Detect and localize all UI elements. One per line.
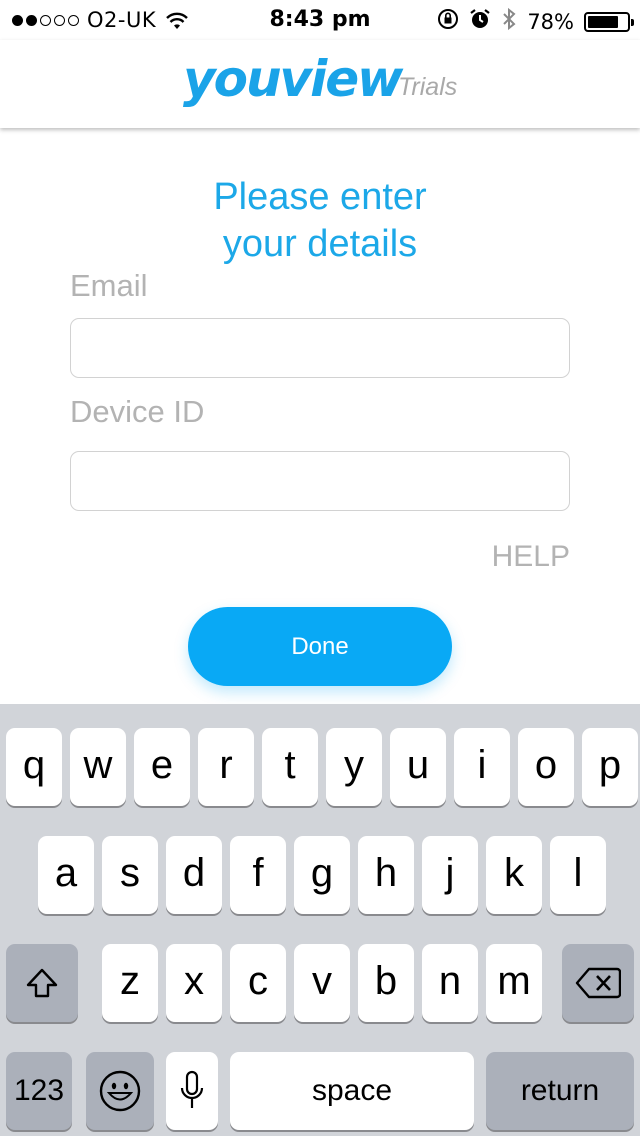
battery-percent: 78% [527,10,574,34]
orientation-lock-icon [437,8,459,36]
emoji-icon [99,1070,141,1116]
app-header: youview Trials [0,40,640,128]
microphone-icon [179,1070,205,1116]
email-label: Email [70,268,148,303]
return-key[interactable]: return [486,1052,634,1130]
dictation-key[interactable] [166,1052,218,1130]
key-m[interactable]: m [486,944,542,1022]
key-u[interactable]: u [390,728,446,806]
key-f[interactable]: f [230,836,286,914]
key-y[interactable]: y [326,728,382,806]
on-screen-keyboard: q w e r t y u i o p a s d f g h j k l z … [0,704,640,1136]
shift-key[interactable] [6,944,78,1022]
alarm-icon [469,8,491,36]
battery-tip [631,19,634,26]
email-field[interactable] [70,318,570,378]
delete-key[interactable] [562,944,634,1022]
key-q[interactable]: q [6,728,62,806]
key-p[interactable]: p [582,728,638,806]
key-x[interactable]: x [166,944,222,1022]
key-s[interactable]: s [102,836,158,914]
key-n[interactable]: n [422,944,478,1022]
space-key[interactable]: space [230,1052,474,1130]
battery-level-fill [588,16,618,28]
key-j[interactable]: j [422,836,478,914]
battery-icon [584,12,634,32]
status-bar: O2-UK 8:43 pm 78% [0,0,640,40]
key-r[interactable]: r [198,728,254,806]
key-a[interactable]: a [38,836,94,914]
help-link[interactable]: HELP [492,540,570,574]
title-line-2: your details [222,223,418,265]
key-z[interactable]: z [102,944,158,1022]
key-h[interactable]: h [358,836,414,914]
key-t[interactable]: t [262,728,318,806]
key-b[interactable]: b [358,944,414,1022]
bluetooth-icon [501,7,517,37]
status-right: 78% [437,7,634,37]
key-k[interactable]: k [486,836,542,914]
shift-icon [25,968,59,1004]
key-w[interactable]: w [70,728,126,806]
key-o[interactable]: o [518,728,574,806]
done-button[interactable]: Done [188,607,452,686]
key-c[interactable]: c [230,944,286,1022]
device-id-field[interactable] [70,451,570,511]
emoji-key[interactable] [86,1052,154,1130]
youview-logo: youview [183,50,403,108]
key-g[interactable]: g [294,836,350,914]
key-e[interactable]: e [134,728,190,806]
key-v[interactable]: v [294,944,350,1022]
backspace-icon [575,967,622,1003]
key-l[interactable]: l [550,836,606,914]
key-d[interactable]: d [166,836,222,914]
key-i[interactable]: i [454,728,510,806]
page-title: Please enter your details [0,174,640,268]
device-id-label: Device ID [70,394,205,429]
numbers-key[interactable]: 123 [6,1052,72,1130]
logo-suffix: Trials [398,73,458,101]
title-line-1: Please enter [213,176,427,218]
